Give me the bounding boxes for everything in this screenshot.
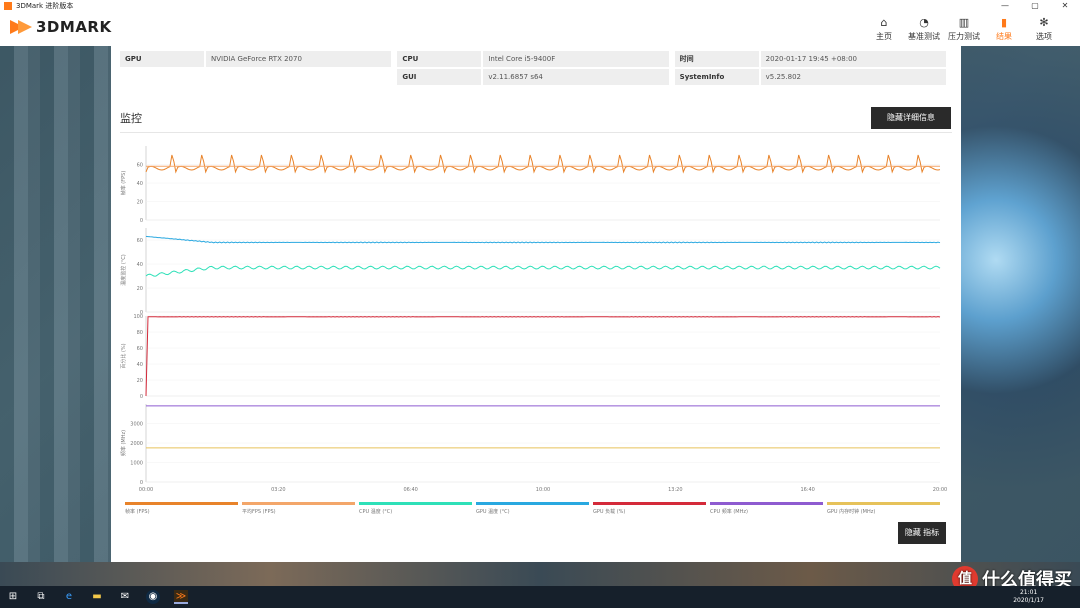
clock-time: 21:01 <box>1019 589 1038 596</box>
legend-label: GPU 温度 (°C) <box>476 509 510 515</box>
gear-icon: ✻ <box>1039 16 1049 29</box>
minimize-button[interactable]: — <box>990 0 1020 12</box>
x-tick-label: 16:40 <box>800 487 814 493</box>
legend-swatch <box>827 502 940 505</box>
edge-browser-icon[interactable]: e <box>62 590 76 604</box>
y-tick-label: 60 <box>137 346 143 352</box>
nav-item-3[interactable]: ▮ 结果 <box>986 15 1022 42</box>
legend-swatch <box>710 502 823 505</box>
y-tick-label: 0 <box>140 218 143 224</box>
taskbar: ⊞ ⧉ e ▬ ✉ ◉ ≫ 21:01 2020/1/17 <box>0 586 1080 608</box>
legend-item[interactable]: GPU 负载 (%) <box>593 502 710 515</box>
x-tick-label: 00:00 <box>139 487 153 493</box>
y-tick-label: 20 <box>137 200 143 206</box>
monitoring-chart: 0 20 40 60 帧率 (FPS) 0 20 40 60 温度监控 (°C) 0 20 40 60 80… <box>120 146 947 493</box>
x-tick-label: 13:20 <box>668 487 682 493</box>
y-tick-label: 1000 <box>130 461 143 467</box>
mail-icon[interactable]: ✉ <box>118 590 132 604</box>
legend-item[interactable]: GPU 温度 (°C) <box>476 502 593 515</box>
close-button[interactable]: ✕ <box>1050 0 1080 12</box>
x-tick-label: 20:00 <box>933 487 947 493</box>
y-axis-label: 百分比 (%) <box>120 343 127 368</box>
app-icon <box>4 2 12 10</box>
y-tick-label: 0 <box>140 480 143 486</box>
series-line <box>145 265 941 277</box>
nav-item-1[interactable]: ◔ 基准测试 <box>906 15 942 42</box>
y-tick-label: 100 <box>133 314 143 320</box>
x-tick-label: 06:40 <box>403 487 417 493</box>
logo-mark-icon <box>10 18 32 36</box>
y-tick-label: 40 <box>137 362 143 368</box>
nav-item-label: 基准测试 <box>908 32 940 41</box>
windows-start-icon[interactable]: ⊞ <box>6 590 20 604</box>
legend-swatch <box>242 502 355 505</box>
system-clock[interactable]: 21:01 2020/1/17 <box>1013 589 1044 605</box>
nav-item-0[interactable]: ⌂ 主页 <box>866 15 902 42</box>
legend-item[interactable]: 帧率 (FPS) <box>125 502 242 515</box>
y-tick-label: 40 <box>137 262 143 268</box>
legend-item[interactable]: CPU 温度 (°C) <box>359 502 476 515</box>
series-line <box>145 154 941 174</box>
series-line <box>145 235 941 244</box>
series-line <box>145 316 941 397</box>
background-art-right <box>960 44 1080 584</box>
3dmark-taskbar-icon[interactable]: ≫ <box>174 590 188 604</box>
background-art-left <box>0 44 112 584</box>
nav-item-2[interactable]: ▥ 压力测试 <box>946 15 982 42</box>
legend-item[interactable]: 平均FPS (FPS) <box>242 502 359 515</box>
home-icon: ⌂ <box>880 16 888 29</box>
window-titlebar: 3DMark 进阶版本 — ▢ ✕ <box>0 0 1080 12</box>
window-title: 3DMark 进阶版本 <box>16 2 74 10</box>
y-tick-label: 0 <box>140 394 143 400</box>
legend-label: 平均FPS (FPS) <box>242 509 276 515</box>
stress-bars-icon: ▥ <box>958 16 970 29</box>
nav-item-label: 主页 <box>876 32 892 41</box>
nav-item-label: 结果 <box>996 32 1012 41</box>
3dmark-logo: 3DMARK <box>10 18 112 36</box>
hide-metrics-button[interactable]: 隐藏 指标 <box>898 522 946 544</box>
y-axis-label: 温度监控 (°C) <box>120 254 127 286</box>
logo-text: 3DMARK <box>36 18 112 36</box>
chart-legend: 帧率 (FPS) 平均FPS (FPS) CPU 温度 (°C) GPU 温度 (°C… <box>125 502 945 515</box>
clock-date: 2020/1/17 <box>1013 597 1044 604</box>
legend-swatch <box>476 502 589 505</box>
top-navbar: 3DMARK ⌂ 主页 ◔ 基准测试 ▥ 压力测试 ▮ 结果 ✻ 选项 <box>0 12 1080 46</box>
file-explorer-icon[interactable]: ▬ <box>90 590 104 604</box>
legend-label: GPU 负载 (%) <box>593 509 626 515</box>
task-view-icon[interactable]: ⧉ <box>34 590 48 604</box>
y-tick-label: 20 <box>137 286 143 292</box>
x-tick-label: 10:00 <box>536 487 550 493</box>
results-bars-icon: ▮ <box>1000 16 1008 29</box>
window-controls: — ▢ ✕ <box>990 0 1080 12</box>
legend-label: GPU 内存时钟 (MHz) <box>827 509 876 515</box>
nav-item-4[interactable]: ✻ 选项 <box>1026 15 1062 42</box>
y-axis-label: 频率 (MHz) <box>120 430 127 456</box>
gauge-icon: ◔ <box>919 16 929 29</box>
nav-items: ⌂ 主页 ◔ 基准测试 ▥ 压力测试 ▮ 结果 ✻ 选项 <box>862 15 1062 42</box>
y-tick-label: 60 <box>137 163 143 169</box>
legend-label: CPU 频率 (MHz) <box>710 509 748 515</box>
nav-item-label: 选项 <box>1036 32 1052 41</box>
background-art-bottom <box>0 562 1080 586</box>
y-axis-label: 帧率 (FPS) <box>120 171 127 196</box>
legend-item[interactable]: GPU 内存时钟 (MHz) <box>827 502 944 515</box>
y-tick-label: 20 <box>137 378 143 384</box>
steam-icon[interactable]: ◉ <box>146 590 160 604</box>
legend-swatch <box>593 502 706 505</box>
y-tick-label: 80 <box>137 330 143 336</box>
y-tick-label: 40 <box>137 181 143 187</box>
legend-swatch <box>359 502 472 505</box>
maximize-button[interactable]: ▢ <box>1020 0 1050 12</box>
results-panel: GPU NVIDIA GeForce RTX 2070 CPU Intel Core … <box>111 46 961 562</box>
y-tick-label: 2000 <box>130 441 143 447</box>
y-tick-label: 3000 <box>130 422 143 428</box>
x-tick-label: 03:20 <box>271 487 285 493</box>
legend-item[interactable]: CPU 频率 (MHz) <box>710 502 827 515</box>
nav-item-label: 压力测试 <box>948 32 980 41</box>
legend-swatch <box>125 502 238 505</box>
legend-label: 帧率 (FPS) <box>125 509 150 515</box>
legend-label: CPU 温度 (°C) <box>359 509 393 515</box>
y-tick-label: 60 <box>137 238 143 244</box>
